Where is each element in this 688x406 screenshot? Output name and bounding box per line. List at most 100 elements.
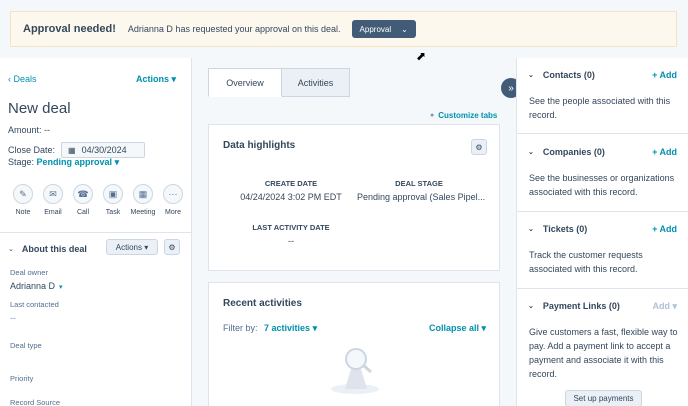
caret-down-icon: ▾ (312, 323, 318, 333)
phone-icon: ☎ (73, 184, 93, 204)
stage-dropdown[interactable]: Pending approval ▾ (37, 157, 120, 167)
payment-links-section: ⌄ Payment Links (0) Add ▾ Give customers… (517, 289, 688, 406)
tickets-title: Tickets (0) (542, 224, 588, 234)
left-sidebar: ‹ Deals Actions ▾ New deal Amount: -- Cl… (0, 58, 192, 406)
tickets-description: Track the customer requests associated w… (529, 250, 643, 274)
email-action[interactable]: ✉ Email (38, 184, 68, 216)
last-contacted-value: -- (10, 313, 16, 323)
actions-label: Actions (136, 74, 170, 84)
calendar-icon: ▦ (68, 145, 76, 155)
deal-owner-value: Adrianna D (10, 281, 56, 291)
close-date-row: Close Date: ▦ 04/30/2024 (8, 142, 146, 158)
approval-banner: Approval needed! Adrianna D has requeste… (10, 11, 677, 47)
approval-button-label: Approval (359, 24, 392, 34)
deal-owner-dropdown[interactable]: Adrianna D ▾ (10, 281, 63, 291)
deal-owner-label: Deal owner (10, 268, 48, 277)
gear-icon: ● (430, 112, 435, 119)
caret-down-icon: ▾ (144, 242, 149, 252)
tickets-header[interactable]: ⌄ Tickets (0) (528, 224, 587, 234)
filter-value: 7 activities (264, 323, 311, 333)
meeting-label: Meeting (130, 209, 156, 216)
stage-value: Pending approval (36, 157, 113, 167)
customize-label: Customize tabs (438, 111, 498, 120)
back-label: Deals (13, 74, 37, 84)
create-date-label: CREATE DATE (264, 179, 318, 188)
priority-label: Priority (10, 374, 34, 383)
record-tabs: Overview Activities (208, 68, 350, 97)
amount-row[interactable]: Amount: -- (8, 125, 50, 135)
set-up-payments-button[interactable]: Set up payments (565, 390, 642, 406)
call-action[interactable]: ☎ Call (68, 184, 98, 216)
quick-actions: ✎ Note ✉ Email ☎ Call ▣ Task ▦ Meeting ·… (8, 184, 188, 216)
stage-row: Stage: Pending approval ▾ (8, 157, 119, 168)
collapse-all-dropdown[interactable]: Collapse all ▾ (429, 323, 486, 334)
contacts-header[interactable]: ⌄ Contacts (0) (528, 70, 595, 80)
add-contact-button[interactable]: + Add (652, 70, 677, 80)
about-section-header[interactable]: ⌄ About this deal Actions ▾ ⚙ (8, 239, 183, 259)
double-chevron-right-icon: » (508, 82, 514, 94)
amount-value: -- (44, 125, 51, 135)
close-date-label: Close Date: (8, 145, 56, 155)
about-actions-button[interactable]: Actions ▾ (106, 239, 158, 255)
chevron-down-icon: ⌄ (401, 24, 408, 34)
task-label: Task (105, 209, 121, 216)
companies-title: Companies (0) (542, 147, 605, 157)
last-contacted-label: Last contacted (10, 300, 59, 309)
banner-text: Adrianna D has requested your approval o… (127, 24, 341, 34)
close-date-value: 04/30/2024 (81, 145, 127, 155)
payment-links-title: Payment Links (0) (542, 301, 620, 311)
add-ticket-button[interactable]: + Add (652, 224, 677, 234)
card-title: Recent activities (223, 298, 302, 309)
caret-down-icon: ▾ (481, 323, 487, 333)
note-label: Note (15, 209, 31, 216)
deal-name[interactable]: New deal (8, 100, 71, 117)
last-activity-label: LAST ACTIVITY DATE (252, 223, 330, 232)
chevron-down-icon: ⌄ (528, 72, 534, 79)
filter-label: Filter by: (223, 323, 258, 333)
contacts-title: Contacts (0) (542, 70, 595, 80)
approval-button[interactable]: Approval ⌄ (351, 20, 416, 38)
back-to-deals-link[interactable]: ‹ Deals (8, 74, 37, 84)
chevron-down-icon: ⌄ (8, 246, 14, 253)
create-date-value: 04/24/2024 3:02 PM EDT (240, 192, 342, 202)
tab-activities[interactable]: Activities (282, 68, 350, 97)
deal-stage-value: Pending approval (Sales Pipel... (357, 192, 486, 202)
payment-links-header[interactable]: ⌄ Payment Links (0) (528, 301, 620, 311)
mouse-cursor-icon: ⬈ (416, 49, 427, 63)
about-title: About this deal (21, 244, 87, 254)
caret-down-icon: ▾ (171, 74, 177, 84)
companies-header[interactable]: ⌄ Companies (0) (528, 147, 605, 157)
task-action[interactable]: ▣ Task (98, 184, 128, 216)
add-company-button[interactable]: + Add (652, 147, 677, 157)
data-highlights-card: Data highlights ⚙ CREATE DATE 04/24/2024… (208, 124, 500, 271)
customize-tabs-link[interactable]: ● Customize tabs (430, 111, 497, 120)
about-actions-label: Actions (115, 242, 142, 252)
filter-row: Filter by: 7 activities ▾ (223, 323, 317, 334)
add-payment-link-button[interactable]: Add ▾ (652, 301, 677, 312)
stage-label: Stage: (8, 157, 35, 167)
note-action[interactable]: ✎ Note (8, 184, 38, 216)
header-actions-dropdown[interactable]: Actions ▾ (136, 74, 176, 85)
more-dots-icon: ··· (163, 184, 183, 204)
companies-description: See the businesses or organizations asso… (529, 173, 675, 197)
last-activity-value: -- (288, 236, 294, 246)
contacts-description: See the people associated with this reco… (529, 96, 671, 120)
filter-dropdown[interactable]: 7 activities ▾ (264, 323, 317, 333)
tab-overview[interactable]: Overview (208, 68, 282, 97)
right-sidebar: ⌄ Contacts (0) + Add See the people asso… (516, 58, 688, 406)
more-action[interactable]: ··· More (158, 184, 188, 216)
meeting-action[interactable]: ▦ Meeting (128, 184, 158, 216)
gear-icon[interactable]: ⚙ (471, 139, 487, 155)
chevron-left-icon: ‹ (8, 74, 11, 84)
email-icon: ✉ (43, 184, 63, 204)
gear-icon[interactable]: ⚙ (164, 239, 180, 255)
meeting-calendar-icon: ▦ (133, 184, 153, 204)
divider (0, 232, 191, 233)
collapse-label: Collapse all (429, 323, 480, 333)
magnifier-illustration-icon (331, 348, 379, 394)
caret-down-icon: ▾ (59, 284, 63, 291)
close-date-input[interactable]: ▦ 04/30/2024 (61, 142, 146, 158)
deal-type-label: Deal type (10, 341, 42, 350)
more-label: More (165, 209, 181, 216)
contacts-section: ⌄ Contacts (0) + Add See the people asso… (517, 58, 688, 134)
